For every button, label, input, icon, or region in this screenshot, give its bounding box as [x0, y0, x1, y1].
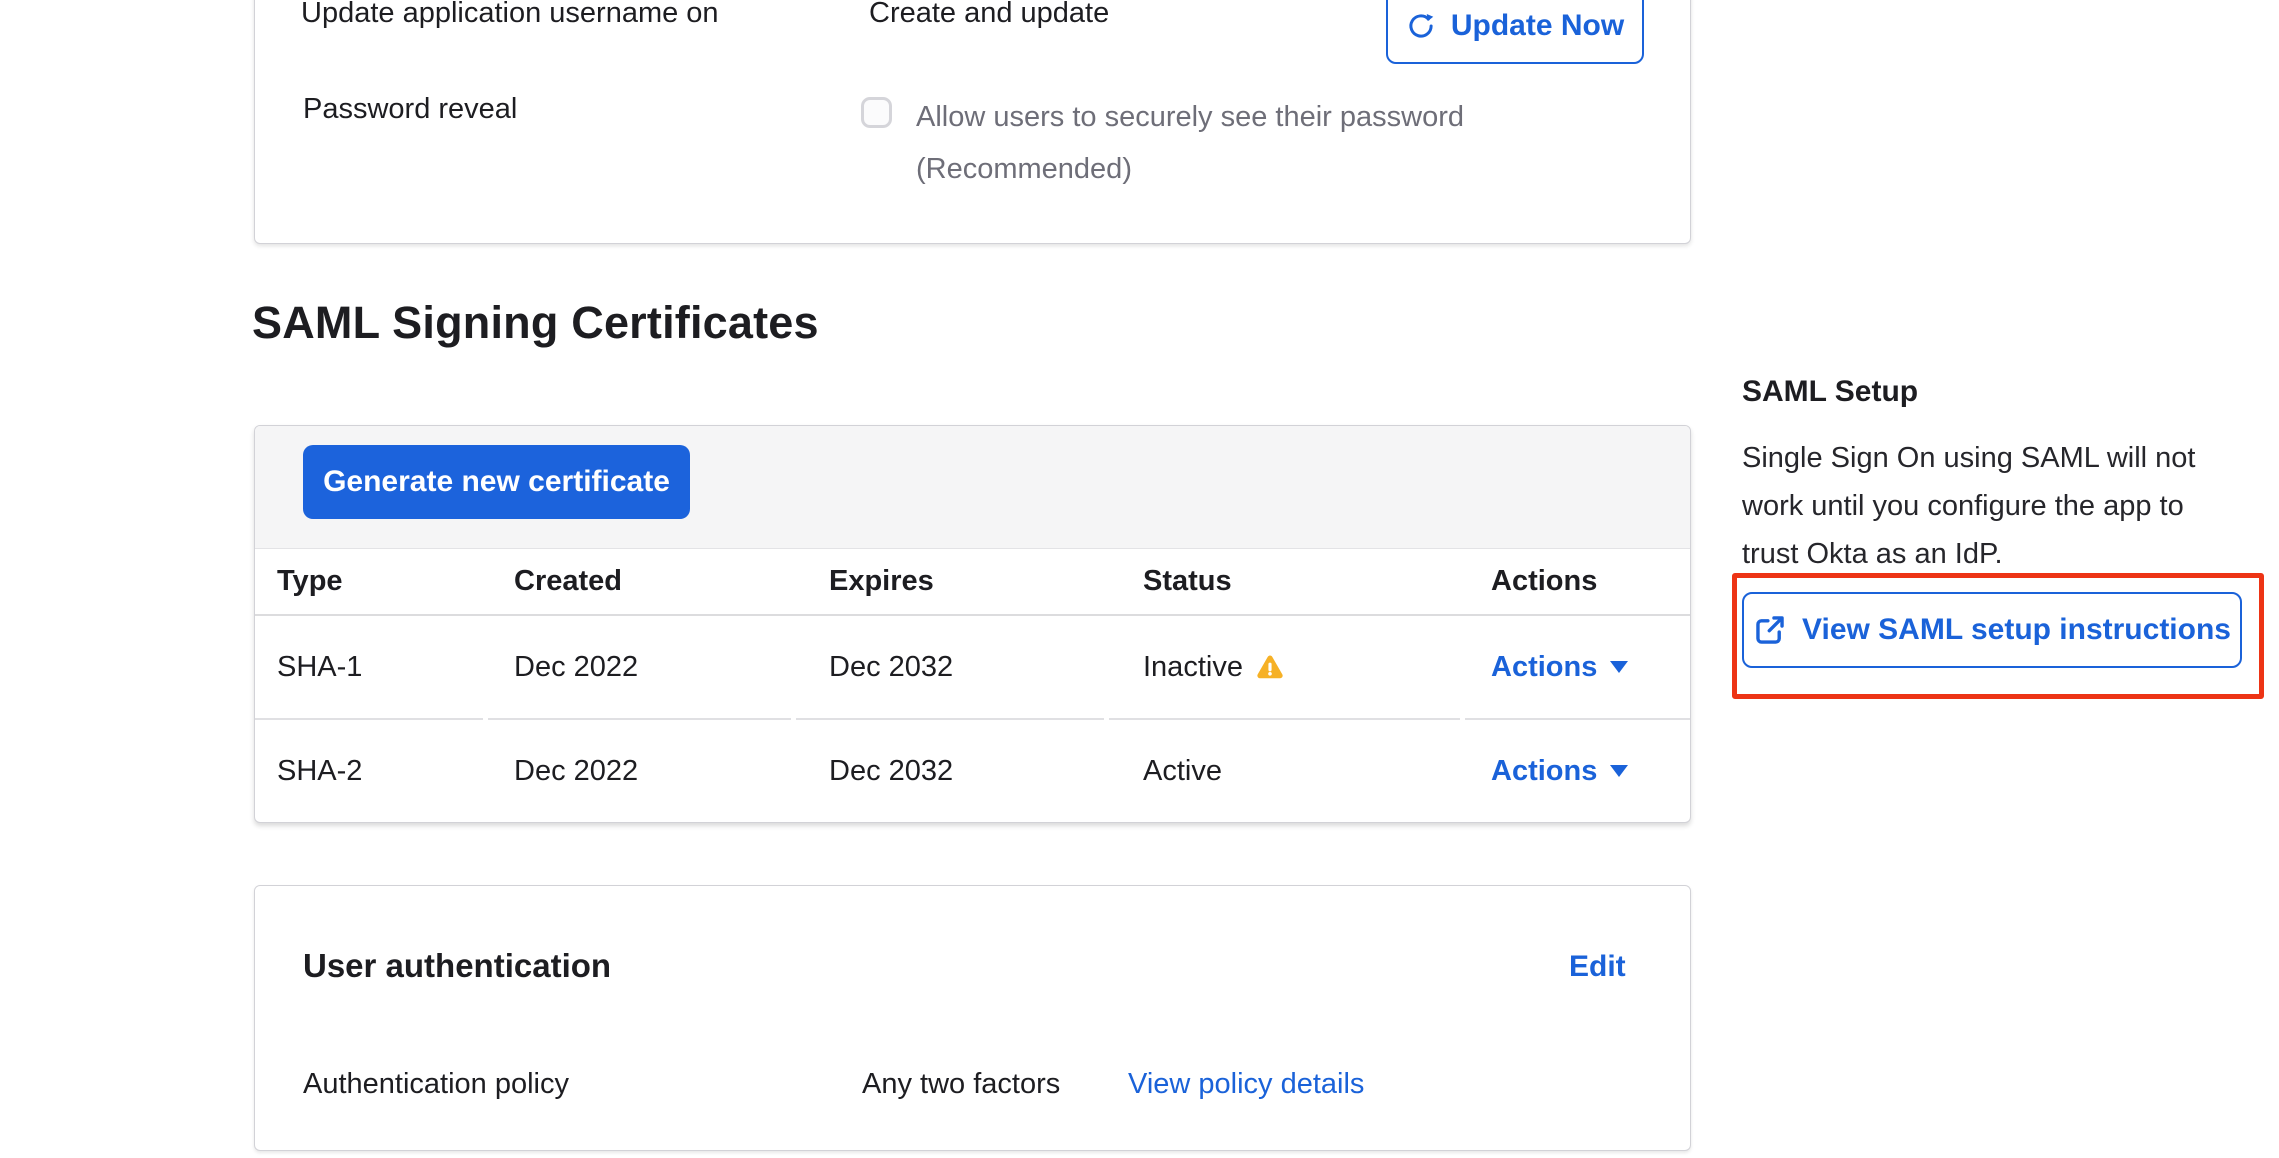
saml-setup-description-line1: Single Sign On using SAML will not [1742, 434, 2196, 482]
view-saml-setup-instructions-button[interactable]: View SAML setup instructions [1742, 592, 2242, 668]
cell-expires: Dec 2032 [796, 616, 1104, 720]
certificates-toolbar: Generate new certificate [255, 426, 1690, 549]
caret-down-icon [1610, 765, 1628, 777]
status-text: Active [1143, 755, 1222, 788]
password-reveal-label: Password reveal [303, 91, 517, 127]
cell-status: Inactive [1109, 616, 1460, 720]
cell-created: Dec 2022 [488, 720, 791, 823]
update-now-label: Update Now [1451, 9, 1624, 43]
password-reveal-description-line1: Allow users to securely see their passwo… [916, 91, 1464, 143]
certificates-table-header: Type Created Expires Status Actions [255, 549, 1690, 616]
column-header-created: Created [488, 565, 791, 598]
caret-down-icon [1610, 661, 1628, 673]
cell-actions: Actions [1465, 720, 1691, 823]
cell-created: Dec 2022 [488, 616, 791, 720]
refresh-icon [1406, 11, 1436, 41]
actions-menu-button[interactable]: Actions [1491, 651, 1597, 684]
password-reveal-description: Allow users to securely see their passwo… [916, 91, 1464, 195]
update-now-button[interactable]: Update Now [1386, 0, 1644, 64]
warning-icon [1256, 653, 1284, 681]
saml-certificates-panel: Generate new certificate Type Created Ex… [254, 425, 1691, 823]
view-policy-details-link[interactable]: View policy details [1128, 1064, 1364, 1104]
edit-link[interactable]: Edit [1569, 950, 1626, 984]
update-username-label: Update application username on [301, 0, 719, 31]
user-authentication-card: User authentication Edit Authentication … [254, 885, 1691, 1151]
table-row-sha1: SHA-1 Dec 2022 Dec 2032 Inactive [255, 616, 1690, 720]
saml-setup-description-line3: trust Okta as an IdP. [1742, 530, 2196, 578]
cell-actions: Actions [1465, 616, 1691, 720]
password-reveal-checkbox[interactable] [861, 97, 892, 128]
table-row-sha2: SHA-2 Dec 2022 Dec 2032 Active Actions [255, 720, 1690, 823]
generate-certificate-button[interactable]: Generate new certificate [303, 445, 690, 519]
column-header-status: Status [1109, 565, 1460, 598]
password-reveal-description-line2: (Recommended) [916, 143, 1464, 195]
cell-expires: Dec 2032 [796, 720, 1104, 823]
user-authentication-heading: User authentication [303, 944, 611, 988]
column-header-expires: Expires [796, 565, 1104, 598]
saml-setup-heading: SAML Setup [1742, 374, 1918, 410]
status-text: Inactive [1143, 651, 1243, 684]
saml-setup-description: Single Sign On using SAML will not work … [1742, 434, 2196, 578]
actions-label: Actions [1491, 755, 1597, 787]
cell-status: Active [1109, 720, 1460, 823]
external-link-icon [1753, 613, 1787, 647]
saml-certificates-heading: SAML Signing Certificates [252, 296, 819, 350]
cell-type: SHA-2 [255, 720, 483, 823]
view-saml-setup-label: View SAML setup instructions [1802, 613, 2231, 647]
actions-label: Actions [1491, 651, 1597, 683]
authentication-policy-value: Any two factors [862, 1064, 1060, 1104]
actions-menu-button[interactable]: Actions [1491, 755, 1597, 788]
saml-setup-description-line2: work until you configure the app to [1742, 482, 2196, 530]
column-header-type: Type [255, 565, 483, 598]
update-username-value: Create and update [869, 0, 1109, 31]
column-header-actions: Actions [1465, 565, 1691, 598]
sign-on-settings-card: Update application username on Create an… [254, 0, 1691, 244]
cell-type: SHA-1 [255, 616, 483, 720]
authentication-policy-label: Authentication policy [303, 1064, 569, 1104]
app-settings-page: Update application username on Create an… [0, 0, 2279, 1158]
